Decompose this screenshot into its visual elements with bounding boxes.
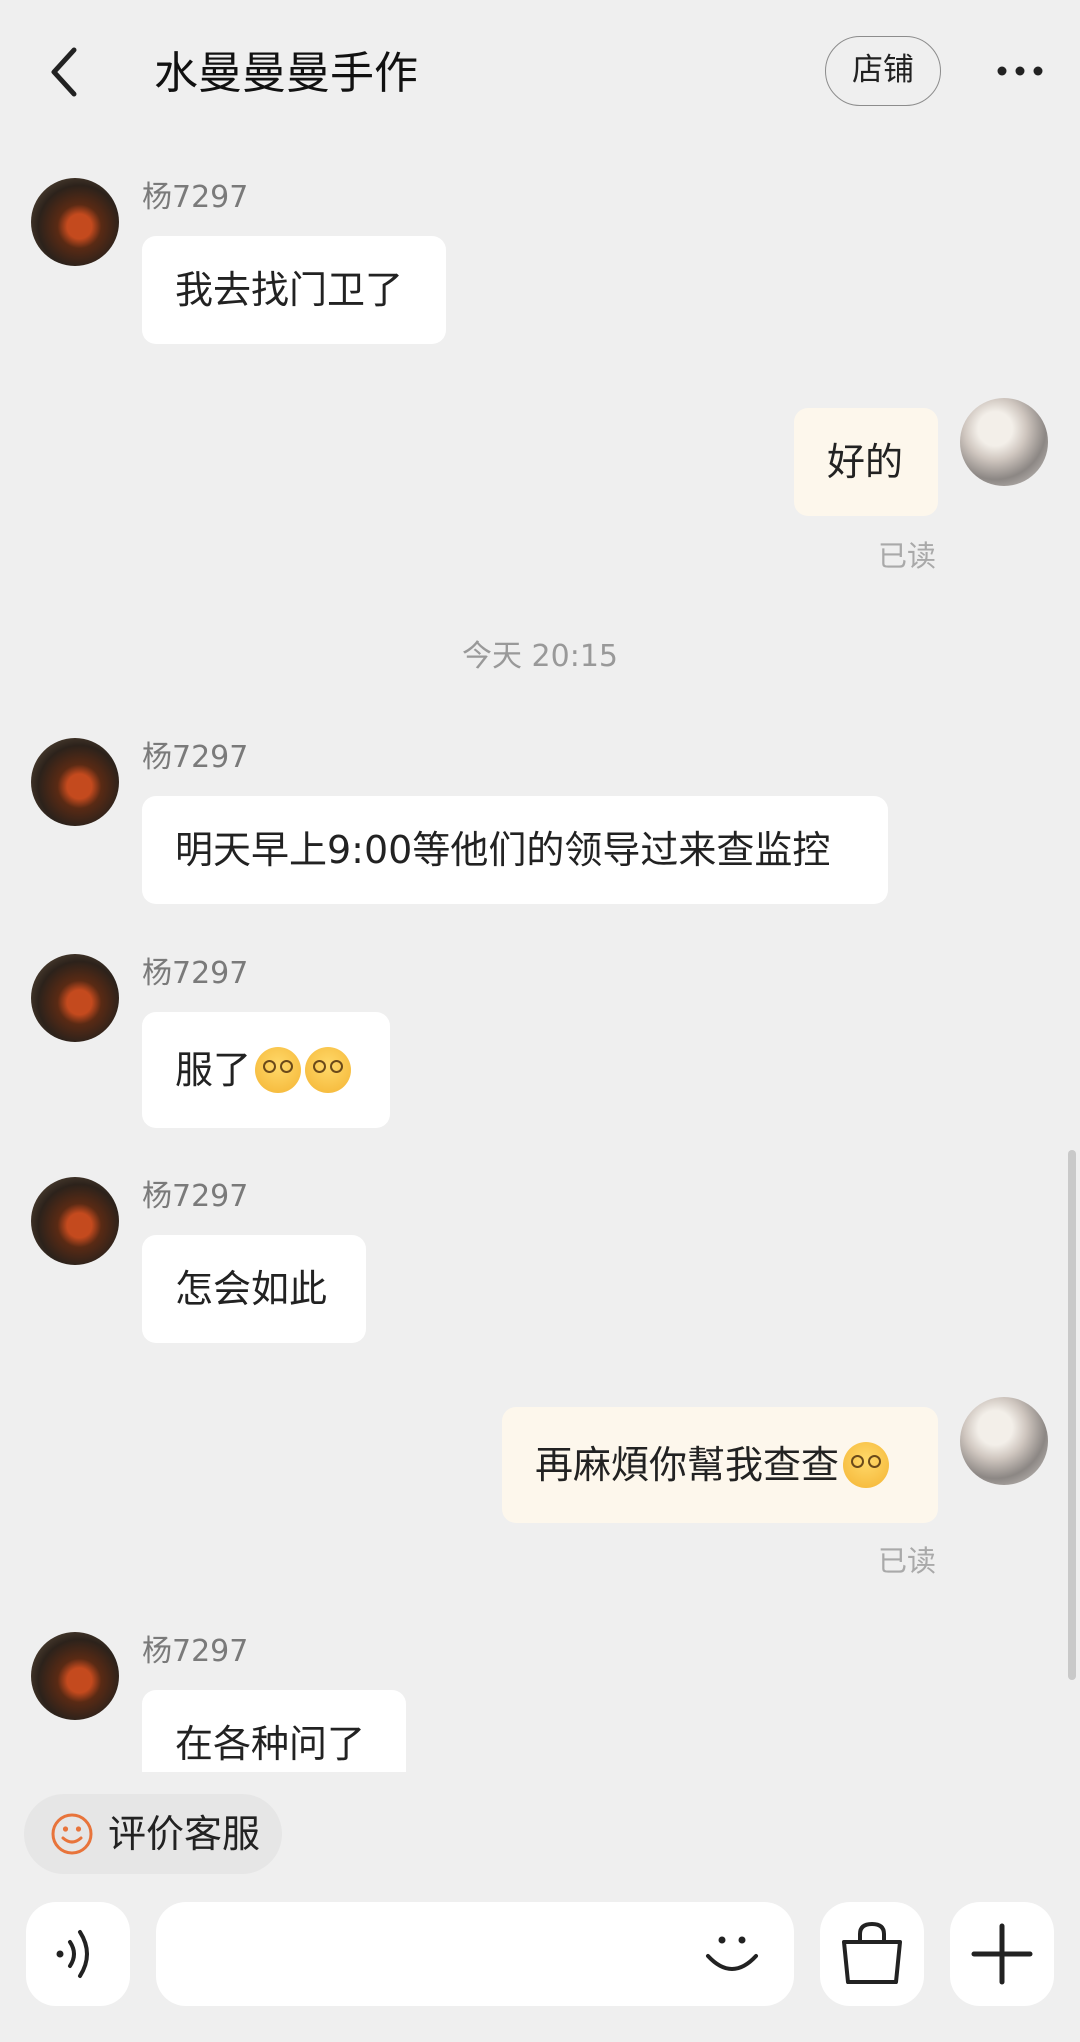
message-bubble[interactable]: 怎会如此 — [142, 1235, 366, 1343]
message-text: 再麻煩你幫我查查 — [535, 1443, 840, 1487]
avatar[interactable] — [31, 738, 119, 826]
scrollbar[interactable] — [1068, 1150, 1076, 1680]
message-text: 怎会如此 — [175, 1267, 328, 1311]
back-arrow-icon — [51, 47, 77, 97]
message-text: 我去找门卫了 — [175, 268, 404, 312]
input-bar — [0, 1888, 1080, 2042]
message-bubble[interactable]: 好的 — [794, 408, 938, 516]
message-input[interactable] — [156, 1902, 794, 2006]
smiley-icon — [51, 1813, 93, 1855]
sender-name: 杨7297 — [142, 1179, 249, 1214]
message-bubble[interactable]: 我去找门卫了 — [142, 236, 446, 344]
read-status: 已读 — [878, 1544, 937, 1578]
message-text: 在各种问了 — [175, 1722, 366, 1766]
dizzy-face-emoji-icon — [843, 1442, 890, 1488]
plus-icon — [971, 1923, 1033, 1985]
shopping-bag-icon — [842, 1921, 902, 1984]
rate-service-button[interactable]: 评价客服 — [24, 1794, 282, 1874]
avatar[interactable] — [31, 954, 119, 1042]
message-text: 好的 — [827, 440, 904, 484]
avatar[interactable] — [31, 1177, 119, 1265]
more-dots-icon — [997, 66, 1043, 76]
avatar[interactable] — [31, 178, 119, 266]
more-button[interactable] — [996, 56, 1044, 86]
read-status: 已读 — [878, 539, 937, 573]
back-button[interactable] — [40, 42, 90, 102]
avatar[interactable] — [960, 1397, 1048, 1485]
chat-header: 水曼曼曼手作 店铺 — [0, 0, 1080, 150]
emoji-icon[interactable] — [704, 1926, 760, 1982]
message-text: 服了 — [175, 1048, 252, 1092]
sender-name: 杨7297 — [142, 180, 249, 215]
message-bubble[interactable]: 再麻煩你幫我查查 — [502, 1407, 938, 1523]
sender-name: 杨7297 — [142, 1634, 249, 1669]
rate-service-label: 评价客服 — [108, 1812, 261, 1856]
sender-name: 杨7297 — [142, 956, 249, 991]
voice-button[interactable] — [26, 1902, 130, 2006]
message-bubble[interactable]: 在各种问了 — [142, 1690, 406, 1772]
message-text: 明天早上9:00等他们的领导过来查监控 — [175, 828, 831, 872]
shop-button[interactable]: 店铺 — [825, 36, 941, 106]
plus-button[interactable] — [950, 1902, 1054, 2006]
message-list[interactable]: 杨7297 我去找门卫了 好的 已读 今天 20:15 杨7297 明天早上9:… — [0, 150, 1080, 1772]
page-title: 水曼曼曼手作 — [154, 48, 418, 99]
message-bubble[interactable]: 服了 — [142, 1012, 390, 1128]
message-bubble[interactable]: 明天早上9:00等他们的领导过来查监控 — [142, 796, 888, 904]
shopping-bag-button[interactable] — [820, 1902, 924, 2006]
voice-icon — [56, 1930, 89, 1978]
sender-name: 杨7297 — [142, 740, 249, 775]
dizzy-face-emoji-icon — [255, 1047, 302, 1093]
dizzy-face-emoji-icon — [305, 1047, 352, 1093]
avatar[interactable] — [31, 1632, 119, 1720]
timestamp: 今天 20:15 — [462, 639, 618, 674]
avatar[interactable] — [960, 398, 1048, 486]
